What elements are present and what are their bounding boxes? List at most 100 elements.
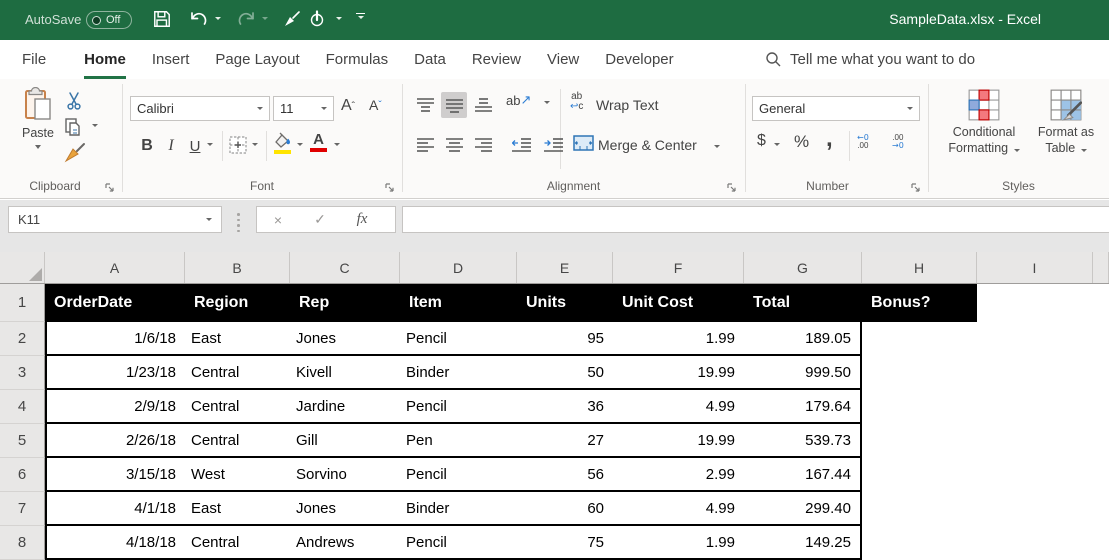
header-cell-C1[interactable]: Rep bbox=[290, 284, 400, 322]
cell-E5[interactable]: 27 bbox=[517, 424, 613, 458]
number-format-combo[interactable]: General bbox=[752, 96, 920, 121]
fill-color-button[interactable] bbox=[272, 132, 293, 154]
tell-me-box[interactable]: Tell me what you want to do bbox=[765, 40, 975, 79]
cell-A5[interactable]: 2/26/18 bbox=[45, 424, 185, 458]
cell-F3[interactable]: 19.99 bbox=[613, 356, 744, 390]
cell-F2[interactable]: 1.99 bbox=[613, 322, 744, 356]
paste-button[interactable]: Paste bbox=[12, 87, 64, 149]
cell-C2[interactable]: Jones bbox=[290, 322, 400, 356]
header-cell-F1[interactable]: Unit Cost bbox=[613, 284, 744, 322]
middle-align-button[interactable] bbox=[441, 92, 467, 118]
cell-E3[interactable]: 50 bbox=[517, 356, 613, 390]
cell-D5[interactable]: Pen bbox=[400, 424, 517, 458]
cell-A6[interactable]: 3/15/18 bbox=[45, 458, 185, 492]
redo-dropdown-caret[interactable] bbox=[262, 17, 268, 20]
cancel-button[interactable]: × bbox=[257, 212, 299, 228]
column-header-H[interactable]: H bbox=[862, 252, 977, 283]
undo-dropdown-caret[interactable] bbox=[215, 17, 221, 20]
row-header-3[interactable]: 3 bbox=[0, 356, 45, 390]
undo-icon[interactable] bbox=[188, 10, 210, 29]
cell-F5[interactable]: 19.99 bbox=[613, 424, 744, 458]
select-all-corner[interactable] bbox=[0, 252, 45, 283]
cell-A3[interactable]: 1/23/18 bbox=[45, 356, 185, 390]
cell-D6[interactable]: Pencil bbox=[400, 458, 517, 492]
bottom-align-button[interactable] bbox=[470, 92, 496, 118]
column-header-C[interactable]: C bbox=[290, 252, 400, 283]
column-header-partial[interactable] bbox=[1093, 252, 1109, 283]
cell-A4[interactable]: 2/9/18 bbox=[45, 390, 185, 424]
tab-developer[interactable]: Developer bbox=[605, 40, 673, 79]
tab-insert[interactable]: Insert bbox=[152, 40, 190, 79]
conditional-formatting-button[interactable]: Conditional Formatting bbox=[938, 89, 1030, 156]
number-dialog-launcher[interactable] bbox=[910, 180, 922, 192]
column-header-A[interactable]: A bbox=[45, 252, 185, 283]
cell-B3[interactable]: Central bbox=[185, 356, 290, 390]
percent-style-button[interactable]: % bbox=[794, 132, 809, 152]
shrink-font-button[interactable]: Aˇ bbox=[369, 97, 382, 113]
font-name-combo[interactable]: Calibri bbox=[130, 96, 270, 121]
cell-G8[interactable]: 149.25 bbox=[744, 526, 862, 560]
autosave-toggle[interactable]: Off bbox=[86, 11, 132, 29]
header-cell-A1[interactable]: OrderDate bbox=[45, 284, 185, 322]
top-align-button[interactable] bbox=[412, 92, 438, 118]
cell-G7[interactable]: 299.40 bbox=[744, 492, 862, 526]
touch-mouse-mode-icon[interactable] bbox=[308, 9, 328, 29]
merge-center-caret[interactable] bbox=[714, 145, 720, 148]
cell-A7[interactable]: 4/1/18 bbox=[45, 492, 185, 526]
cell-E4[interactable]: 36 bbox=[517, 390, 613, 424]
accounting-format-caret[interactable] bbox=[774, 143, 780, 146]
copy-dropdown-caret[interactable] bbox=[92, 124, 98, 127]
touch-mode-caret[interactable] bbox=[336, 17, 342, 20]
clipboard-dialog-launcher[interactable] bbox=[104, 180, 116, 192]
cell-A8[interactable]: 4/18/18 bbox=[45, 526, 185, 560]
cell-F4[interactable]: 4.99 bbox=[613, 390, 744, 424]
orientation-caret[interactable] bbox=[544, 101, 550, 104]
cell-F8[interactable]: 1.99 bbox=[613, 526, 744, 560]
cell-D7[interactable]: Binder bbox=[400, 492, 517, 526]
name-box[interactable]: K11 bbox=[8, 206, 222, 233]
tab-page-layout[interactable]: Page Layout bbox=[215, 40, 299, 79]
font-dialog-launcher[interactable] bbox=[384, 180, 396, 192]
cell-B7[interactable]: East bbox=[185, 492, 290, 526]
accounting-format-button[interactable]: $ bbox=[757, 132, 766, 150]
cell-B8[interactable]: Central bbox=[185, 526, 290, 560]
cell-I1[interactable] bbox=[977, 284, 1093, 322]
cell-F7[interactable]: 4.99 bbox=[613, 492, 744, 526]
cut-button[interactable] bbox=[64, 91, 84, 111]
row-header-8[interactable]: 8 bbox=[0, 526, 45, 560]
header-cell-D1[interactable]: Item bbox=[400, 284, 517, 322]
fill-color-caret[interactable] bbox=[297, 143, 303, 146]
column-header-I[interactable]: I bbox=[977, 252, 1093, 283]
bold-button[interactable]: B bbox=[137, 133, 157, 159]
cell-A2[interactable]: 1/6/18 bbox=[45, 322, 185, 356]
cell-B6[interactable]: West bbox=[185, 458, 290, 492]
save-icon[interactable] bbox=[152, 9, 172, 29]
row-header-6[interactable]: 6 bbox=[0, 458, 45, 492]
column-header-E[interactable]: E bbox=[517, 252, 613, 283]
tab-file[interactable]: File bbox=[22, 40, 46, 79]
cell-B2[interactable]: East bbox=[185, 322, 290, 356]
orientation-button[interactable]: ab ↗ bbox=[506, 93, 531, 108]
tab-formulas[interactable]: Formulas bbox=[326, 40, 389, 79]
cell-B4[interactable]: Central bbox=[185, 390, 290, 424]
cell-D8[interactable]: Pencil bbox=[400, 526, 517, 560]
header-cell-G1[interactable]: Total bbox=[744, 284, 862, 322]
merge-center-button[interactable]: Merge & Center bbox=[598, 137, 697, 153]
tab-data[interactable]: Data bbox=[414, 40, 446, 79]
cell-D3[interactable]: Binder bbox=[400, 356, 517, 390]
header-cell-E1[interactable]: Units bbox=[517, 284, 613, 322]
cell-H6[interactable] bbox=[862, 458, 977, 492]
align-left-button[interactable] bbox=[412, 132, 438, 158]
cell-H5[interactable] bbox=[862, 424, 977, 458]
increase-indent-button[interactable] bbox=[540, 132, 566, 158]
cell-C5[interactable]: Gill bbox=[290, 424, 400, 458]
row-header-5[interactable]: 5 bbox=[0, 424, 45, 458]
decrease-decimal-button[interactable]: .00 →0 bbox=[892, 134, 904, 150]
enter-button[interactable]: ✓ bbox=[299, 211, 341, 228]
cell-G6[interactable]: 167.44 bbox=[744, 458, 862, 492]
align-right-button[interactable] bbox=[470, 132, 496, 158]
cell-E8[interactable]: 75 bbox=[517, 526, 613, 560]
header-cell-H1[interactable]: Bonus? bbox=[862, 284, 977, 322]
font-color-button[interactable]: A bbox=[310, 132, 327, 152]
center-button[interactable] bbox=[441, 132, 467, 158]
